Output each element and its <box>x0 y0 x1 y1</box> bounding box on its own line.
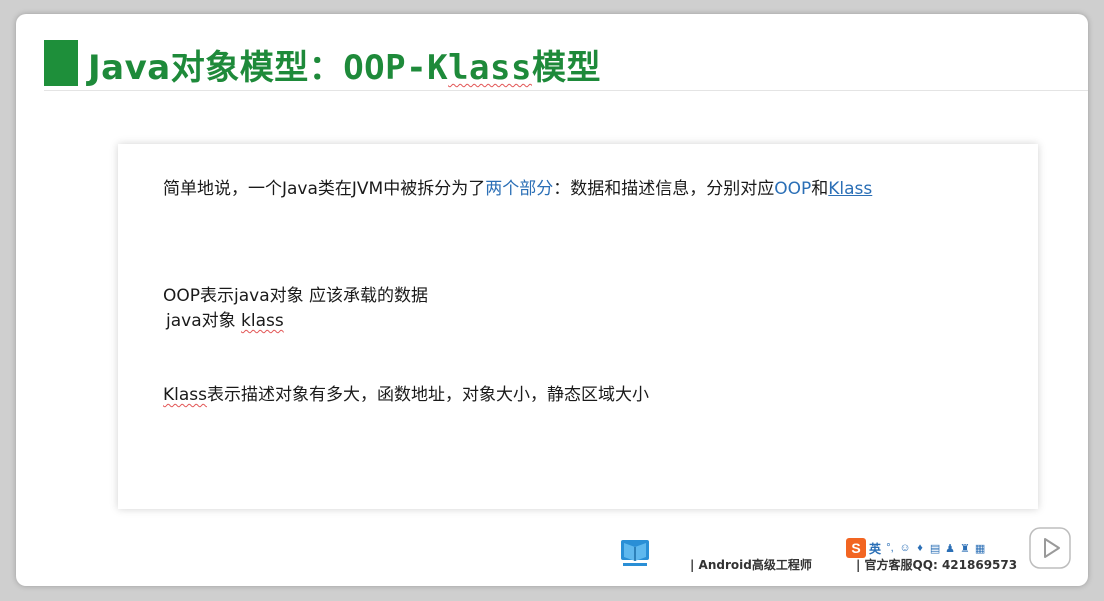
line3-part-a: java对象 <box>166 311 242 331</box>
title-squiggle: lass <box>448 48 532 88</box>
footer-brand: | Android高级工程师 <box>690 558 812 572</box>
content-card: 简单地说，一个Java类在JVM中被拆分为了两个部分：数据和描述信息，分别对应O… <box>118 144 1038 509</box>
title-suffix: 模型 <box>531 48 601 88</box>
title-prefix: Java对象模型： <box>88 48 344 88</box>
line4-klass: Klass <box>163 385 208 405</box>
line3-klass: klass <box>241 311 284 331</box>
video-frame: Java对象模型：OOP-Klass模型 简单地说，一个Java类在JVM中被拆… <box>0 0 1104 601</box>
line1-part-a: 简单地说，一个Java类在JVM中被拆分为了 <box>163 179 486 199</box>
skin-icon[interactable]: ♜ <box>959 542 971 555</box>
slide: Java对象模型：OOP-Klass模型 简单地说，一个Java类在JVM中被拆… <box>16 14 1088 586</box>
keyboard-icon[interactable]: ▤ <box>929 542 941 555</box>
line1-oop: OOP <box>774 179 812 199</box>
mic-icon[interactable]: ♦ <box>914 542 926 554</box>
text-line-2: OOP表示java对象 应该承载的数据 <box>163 286 429 306</box>
text-line-1: 简单地说，一个Java类在JVM中被拆分为了两个部分：数据和描述信息，分别对应O… <box>163 174 872 199</box>
klass-link[interactable]: Klass <box>828 179 872 199</box>
ime-lang-toggle[interactable]: 英 <box>869 540 881 557</box>
line1-part-c: ：数据和描述信息，分别对应 <box>553 179 775 199</box>
book-logo-icon <box>621 540 649 566</box>
sogou-ime-icon[interactable]: S <box>846 538 866 558</box>
punctuation-icon[interactable]: °, <box>884 542 896 554</box>
line1-and: 和 <box>811 179 829 199</box>
title-accent-bar <box>44 40 78 86</box>
title-divider <box>44 90 1088 91</box>
ime-toolbar[interactable]: S 英 °, ☺ ♦ ▤ ♟ ♜ ▦ <box>846 538 1006 558</box>
text-line-4: Klass表示描述对象有多大，函数地址，对象大小，静态区域大小 <box>163 380 649 405</box>
menu-icon[interactable]: ▦ <box>974 542 986 555</box>
footer-qq: | 官方客服QQ: 421869573 <box>856 558 1018 572</box>
play-icon[interactable] <box>1022 520 1078 576</box>
title-mono: OOP-K <box>343 48 449 88</box>
text-line-3: java对象 klass <box>166 306 284 331</box>
line4-desc: 表示描述对象有多大，函数地址，对象大小，静态区域大小 <box>207 385 650 405</box>
emoji-icon[interactable]: ☺ <box>899 542 911 554</box>
slide-title: Java对象模型：OOP-Klass模型 <box>88 40 601 89</box>
user-icon[interactable]: ♟ <box>944 542 956 555</box>
line1-highlight: 两个部分 <box>485 179 554 199</box>
